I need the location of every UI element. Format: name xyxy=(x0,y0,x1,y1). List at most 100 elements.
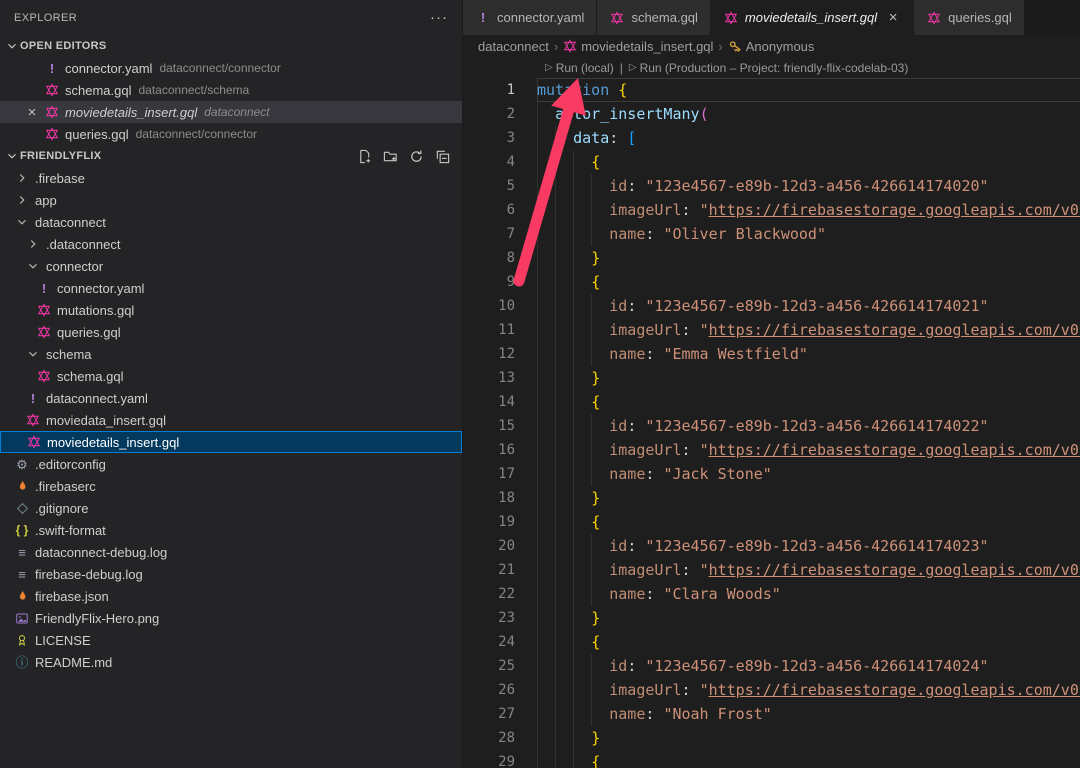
tree-item-moviedata_insert.gql[interactable]: moviedata_insert.gql xyxy=(0,409,462,431)
close-icon[interactable]: × xyxy=(28,104,37,121)
tree-item-app[interactable]: app xyxy=(0,189,462,211)
code-line-25: 25 id: "123e4567-e89b-12d3-a456-42661417… xyxy=(463,654,1080,678)
file-path: dataconnect/connector xyxy=(159,61,280,75)
code-line-content[interactable]: { xyxy=(537,270,1080,294)
breadcrumb-item-moviedetails_insert.gql[interactable]: moviedetails_insert.gql xyxy=(563,39,713,54)
code-line-content[interactable]: { xyxy=(537,150,1080,174)
tree-item-FriendlyFlix-Hero.png[interactable]: FriendlyFlix-Hero.png xyxy=(0,607,462,629)
new-file-button[interactable] xyxy=(354,146,374,166)
tree-item-LICENSE[interactable]: LICENSE xyxy=(0,629,462,651)
run-local-lens[interactable]: ▷ Run (local) xyxy=(545,61,614,75)
tree-item-label: connector xyxy=(46,259,103,274)
code-line-content[interactable]: } xyxy=(537,726,1080,750)
new-folder-button[interactable] xyxy=(380,146,400,166)
code-line-content[interactable]: imageUrl: "https://firebasestorage.googl… xyxy=(537,318,1080,342)
open-editor-item-moviedetails_insert.gql[interactable]: ×moviedetails_insert.gqldataconnect xyxy=(0,101,462,123)
code-line-27: 27 name: "Noah Frost" xyxy=(463,702,1080,726)
tab-close-button[interactable]: × xyxy=(885,10,901,26)
symbol-anonymous-icon xyxy=(728,39,742,53)
line-number: 10 xyxy=(463,294,537,318)
tree-item-README.md[interactable]: ⓘREADME.md xyxy=(0,651,462,673)
breadcrumb-item-Anonymous[interactable]: Anonymous xyxy=(728,39,815,54)
line-number: 27 xyxy=(463,702,537,726)
code-line-content[interactable]: id: "123e4567-e89b-12d3-a456-42661417402… xyxy=(537,414,1080,438)
line-number: 16 xyxy=(463,438,537,462)
code-line-content[interactable]: id: "123e4567-e89b-12d3-a456-42661417402… xyxy=(537,294,1080,318)
more-actions-icon[interactable]: ··· xyxy=(430,9,448,26)
tree-item-.firebaserc[interactable]: .firebaserc xyxy=(0,475,462,497)
code-line-content[interactable]: } xyxy=(537,606,1080,630)
tree-item-label: dataconnect.yaml xyxy=(46,391,148,406)
refresh-button[interactable] xyxy=(406,146,426,166)
tree-item-connector[interactable]: connector xyxy=(0,255,462,277)
code-line-content[interactable]: imageUrl: "https://firebasestorage.googl… xyxy=(537,438,1080,462)
code-line-content[interactable]: data: [ xyxy=(537,126,1080,150)
chevron-right-icon xyxy=(15,193,29,207)
tab-moviedetails_insert.gql[interactable]: moviedetails_insert.gql× xyxy=(711,0,913,35)
tree-item-queries.gql[interactable]: queries.gql xyxy=(0,321,462,343)
file-name: queries.gql xyxy=(65,127,129,142)
tree-item-schema.gql[interactable]: schema.gql xyxy=(0,365,462,387)
run-production-lens[interactable]: ▷ Run (Production – Project: friendly-fl… xyxy=(629,61,909,75)
code-line-content[interactable]: { xyxy=(537,630,1080,654)
graphql-icon xyxy=(45,127,59,141)
code-line-content[interactable]: imageUrl: "https://firebasestorage.googl… xyxy=(537,678,1080,702)
tree-item-label: moviedetails_insert.gql xyxy=(47,435,179,450)
graphql-icon xyxy=(37,325,51,339)
code-line-content[interactable]: mutation { xyxy=(537,78,1080,102)
code-line-26: 26 imageUrl: "https://firebasestorage.go… xyxy=(463,678,1080,702)
code-line-content[interactable]: id: "123e4567-e89b-12d3-a456-42661417402… xyxy=(537,534,1080,558)
open-editors-header[interactable]: OPEN EDITORS xyxy=(0,35,462,57)
tree-item-connector.yaml[interactable]: !connector.yaml xyxy=(0,277,462,299)
code-line-content[interactable]: { xyxy=(537,390,1080,414)
tree-item-schema[interactable]: schema xyxy=(0,343,462,365)
collapse-all-button[interactable] xyxy=(432,146,452,166)
code-line-content[interactable]: id: "123e4567-e89b-12d3-a456-42661417402… xyxy=(537,174,1080,198)
code-line-content[interactable]: actor_insertMany( xyxy=(537,102,1080,126)
code-line-content[interactable]: imageUrl: "https://firebasestorage.googl… xyxy=(537,198,1080,222)
open-editor-item-connector.yaml[interactable]: !connector.yamldataconnect/connector xyxy=(0,57,462,79)
code-editor[interactable]: 1mutation {2 actor_insertMany(3 data: [4… xyxy=(463,78,1080,768)
code-line-content[interactable]: name: "Oliver Blackwood" xyxy=(537,222,1080,246)
tree-item-.editorconfig[interactable]: ⚙.editorconfig xyxy=(0,453,462,475)
code-line-content[interactable]: imageUrl: "https://firebasestorage.googl… xyxy=(537,558,1080,582)
file-path: dataconnect/connector xyxy=(136,127,257,141)
braces-icon: { } xyxy=(16,524,29,536)
tree-item-dataconnect[interactable]: dataconnect xyxy=(0,211,462,233)
tree-item-dataconnect.yaml[interactable]: !dataconnect.yaml xyxy=(0,387,462,409)
tree-item-.dataconnect[interactable]: .dataconnect xyxy=(0,233,462,255)
code-line-content[interactable]: name: "Emma Westfield" xyxy=(537,342,1080,366)
tree-item-moviedetails_insert.gql[interactable]: moviedetails_insert.gql xyxy=(0,431,462,453)
code-line-content[interactable]: } xyxy=(537,246,1080,270)
code-line-content[interactable]: name: "Jack Stone" xyxy=(537,462,1080,486)
code-line-content[interactable]: { xyxy=(537,750,1080,768)
code-line-15: 15 id: "123e4567-e89b-12d3-a456-42661417… xyxy=(463,414,1080,438)
tree-item-label: .swift-format xyxy=(35,523,106,538)
tree-item-.gitignore[interactable]: .gitignore xyxy=(0,497,462,519)
tree-item-dataconnect-debug.log[interactable]: ≡dataconnect-debug.log xyxy=(0,541,462,563)
workspace-label: FRIENDLYFLIX xyxy=(20,150,101,162)
tree-item-.swift-format[interactable]: { } .swift-format xyxy=(0,519,462,541)
code-line-content[interactable]: } xyxy=(537,366,1080,390)
tab-schema.gql[interactable]: schema.gql xyxy=(597,0,709,35)
workspace-header[interactable]: FRIENDLYFLIX xyxy=(0,145,462,167)
tree-item-label: app xyxy=(35,193,57,208)
code-line-content[interactable]: id: "123e4567-e89b-12d3-a456-42661417402… xyxy=(537,654,1080,678)
tab-connector.yaml[interactable]: !connector.yaml xyxy=(463,0,596,35)
tree-item-firebase-debug.log[interactable]: ≡firebase-debug.log xyxy=(0,563,462,585)
breadcrumb-item-dataconnect[interactable]: dataconnect xyxy=(478,39,549,54)
code-line-content[interactable]: name: "Noah Frost" xyxy=(537,702,1080,726)
tab-queries.gql[interactable]: queries.gql xyxy=(914,0,1024,35)
code-line-6: 6 imageUrl: "https://firebasestorage.goo… xyxy=(463,198,1080,222)
tree-item-.firebase[interactable]: .firebase xyxy=(0,167,462,189)
graphql-icon xyxy=(45,83,59,97)
open-editor-item-queries.gql[interactable]: queries.gql dataconnect/connector xyxy=(0,123,462,145)
line-number: 22 xyxy=(463,582,537,606)
tree-item-firebase.json[interactable]: firebase.json xyxy=(0,585,462,607)
tree-item-mutations.gql[interactable]: mutations.gql xyxy=(0,299,462,321)
tree-item-label: LICENSE xyxy=(35,633,91,648)
code-line-content[interactable]: } xyxy=(537,486,1080,510)
code-line-content[interactable]: name: "Clara Woods" xyxy=(537,582,1080,606)
code-line-content[interactable]: { xyxy=(537,510,1080,534)
open-editor-item-schema.gql[interactable]: schema.gqldataconnect/schema xyxy=(0,79,462,101)
